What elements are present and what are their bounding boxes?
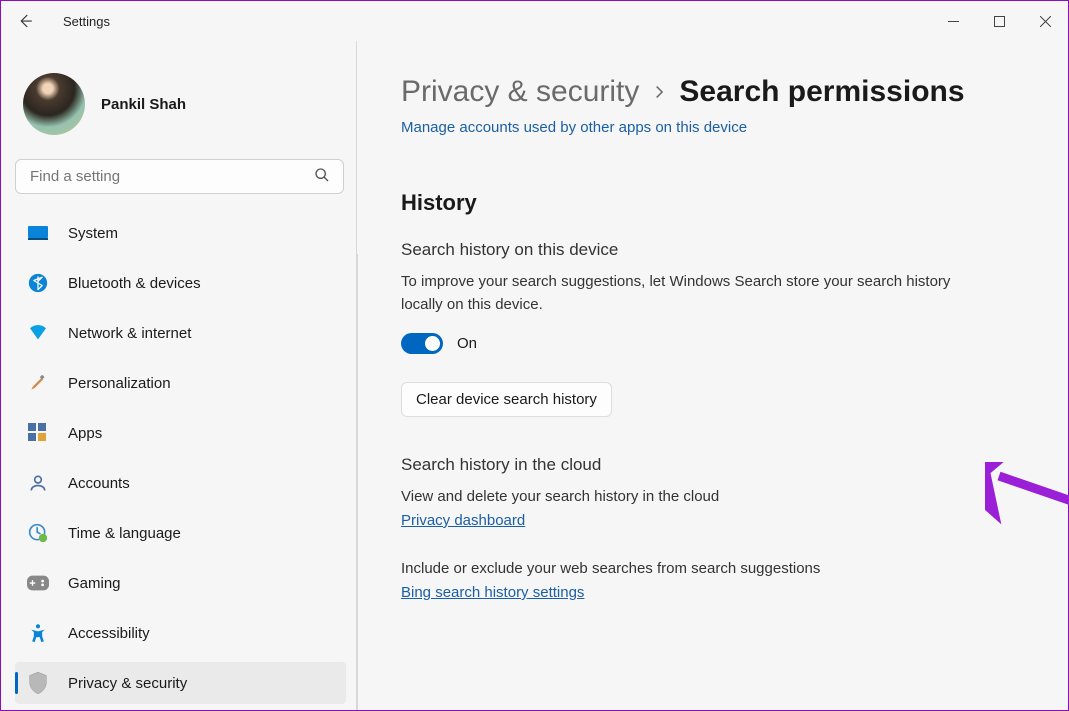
search-wrap (15, 159, 346, 212)
user-profile[interactable]: Pankil Shah (15, 65, 346, 159)
sidebar-item-label: Personalization (68, 375, 336, 392)
avatar (23, 73, 85, 135)
privacy-dashboard-link[interactable]: Privacy dashboard (401, 512, 1048, 529)
clear-device-history-button[interactable]: Clear device search history (401, 382, 612, 417)
search-input[interactable] (15, 159, 344, 194)
sidebar-item-label: Privacy & security (68, 675, 336, 692)
bing-history-settings-link[interactable]: Bing search history settings (401, 584, 1048, 601)
sidebar-item-system[interactable]: System (15, 212, 346, 254)
bluetooth-icon (27, 272, 49, 294)
accessibility-icon (27, 622, 49, 644)
main-content: Privacy & security Search permissions Ma… (356, 41, 1068, 710)
apps-icon (27, 422, 49, 444)
sidebar-item-accessibility[interactable]: Accessibility (15, 612, 346, 654)
sidebar-item-accounts[interactable]: Accounts (15, 462, 346, 504)
sidebar-item-label: Accessibility (68, 625, 336, 642)
sidebar-item-label: Bluetooth & devices (68, 275, 336, 292)
back-button[interactable] (9, 5, 41, 37)
clock-globe-icon (27, 522, 49, 544)
maximize-button[interactable] (976, 3, 1022, 39)
cloud-history-line1: View and delete your search history in t… (401, 485, 961, 508)
device-history-toggle[interactable] (401, 333, 443, 354)
sidebar-item-label: Gaming (68, 575, 336, 592)
sidebar-item-apps[interactable]: Apps (15, 412, 346, 454)
titlebar: Settings (1, 1, 1068, 41)
breadcrumb-current: Search permissions (679, 75, 964, 109)
sidebar-item-label: Apps (68, 425, 336, 442)
device-history-heading: Search history on this device (401, 240, 1048, 260)
close-button[interactable] (1022, 3, 1068, 39)
cloud-history-heading: Search history in the cloud (401, 455, 1048, 475)
search-icon (314, 167, 330, 183)
breadcrumb-parent[interactable]: Privacy & security (401, 75, 639, 109)
device-history-description: To improve your search suggestions, let … (401, 270, 961, 317)
minimize-button[interactable] (930, 3, 976, 39)
cloud-history-line2: Include or exclude your web searches fro… (401, 557, 961, 580)
paintbrush-icon (27, 372, 49, 394)
system-icon (27, 222, 49, 244)
wifi-icon (27, 322, 49, 344)
sidebar: Pankil Shah System Bluetooth & devices (1, 41, 356, 710)
sidebar-item-bluetooth[interactable]: Bluetooth & devices (15, 262, 346, 304)
sidebar-item-label: Network & internet (68, 325, 336, 342)
breadcrumb: Privacy & security Search permissions (401, 75, 1048, 109)
sidebar-item-time-language[interactable]: Time & language (15, 512, 346, 554)
manage-accounts-link[interactable]: Manage accounts used by other apps on th… (401, 119, 1048, 136)
sidebar-item-network[interactable]: Network & internet (15, 312, 346, 354)
window-controls (930, 3, 1068, 39)
history-heading: History (401, 190, 1048, 216)
nav-list: System Bluetooth & devices Network & int… (15, 212, 346, 704)
sidebar-item-label: Time & language (68, 525, 336, 542)
sidebar-item-gaming[interactable]: Gaming (15, 562, 346, 604)
toggle-state-label: On (457, 335, 477, 352)
sidebar-item-label: System (68, 225, 336, 242)
sidebar-item-personalization[interactable]: Personalization (15, 362, 346, 404)
gaming-icon (27, 572, 49, 594)
sidebar-item-label: Accounts (68, 475, 336, 492)
shield-icon (27, 672, 49, 694)
chevron-right-icon (653, 85, 665, 99)
window-title: Settings (63, 14, 110, 29)
sidebar-item-privacy-security[interactable]: Privacy & security (15, 662, 346, 704)
user-name: Pankil Shah (101, 96, 186, 113)
accounts-icon (27, 472, 49, 494)
